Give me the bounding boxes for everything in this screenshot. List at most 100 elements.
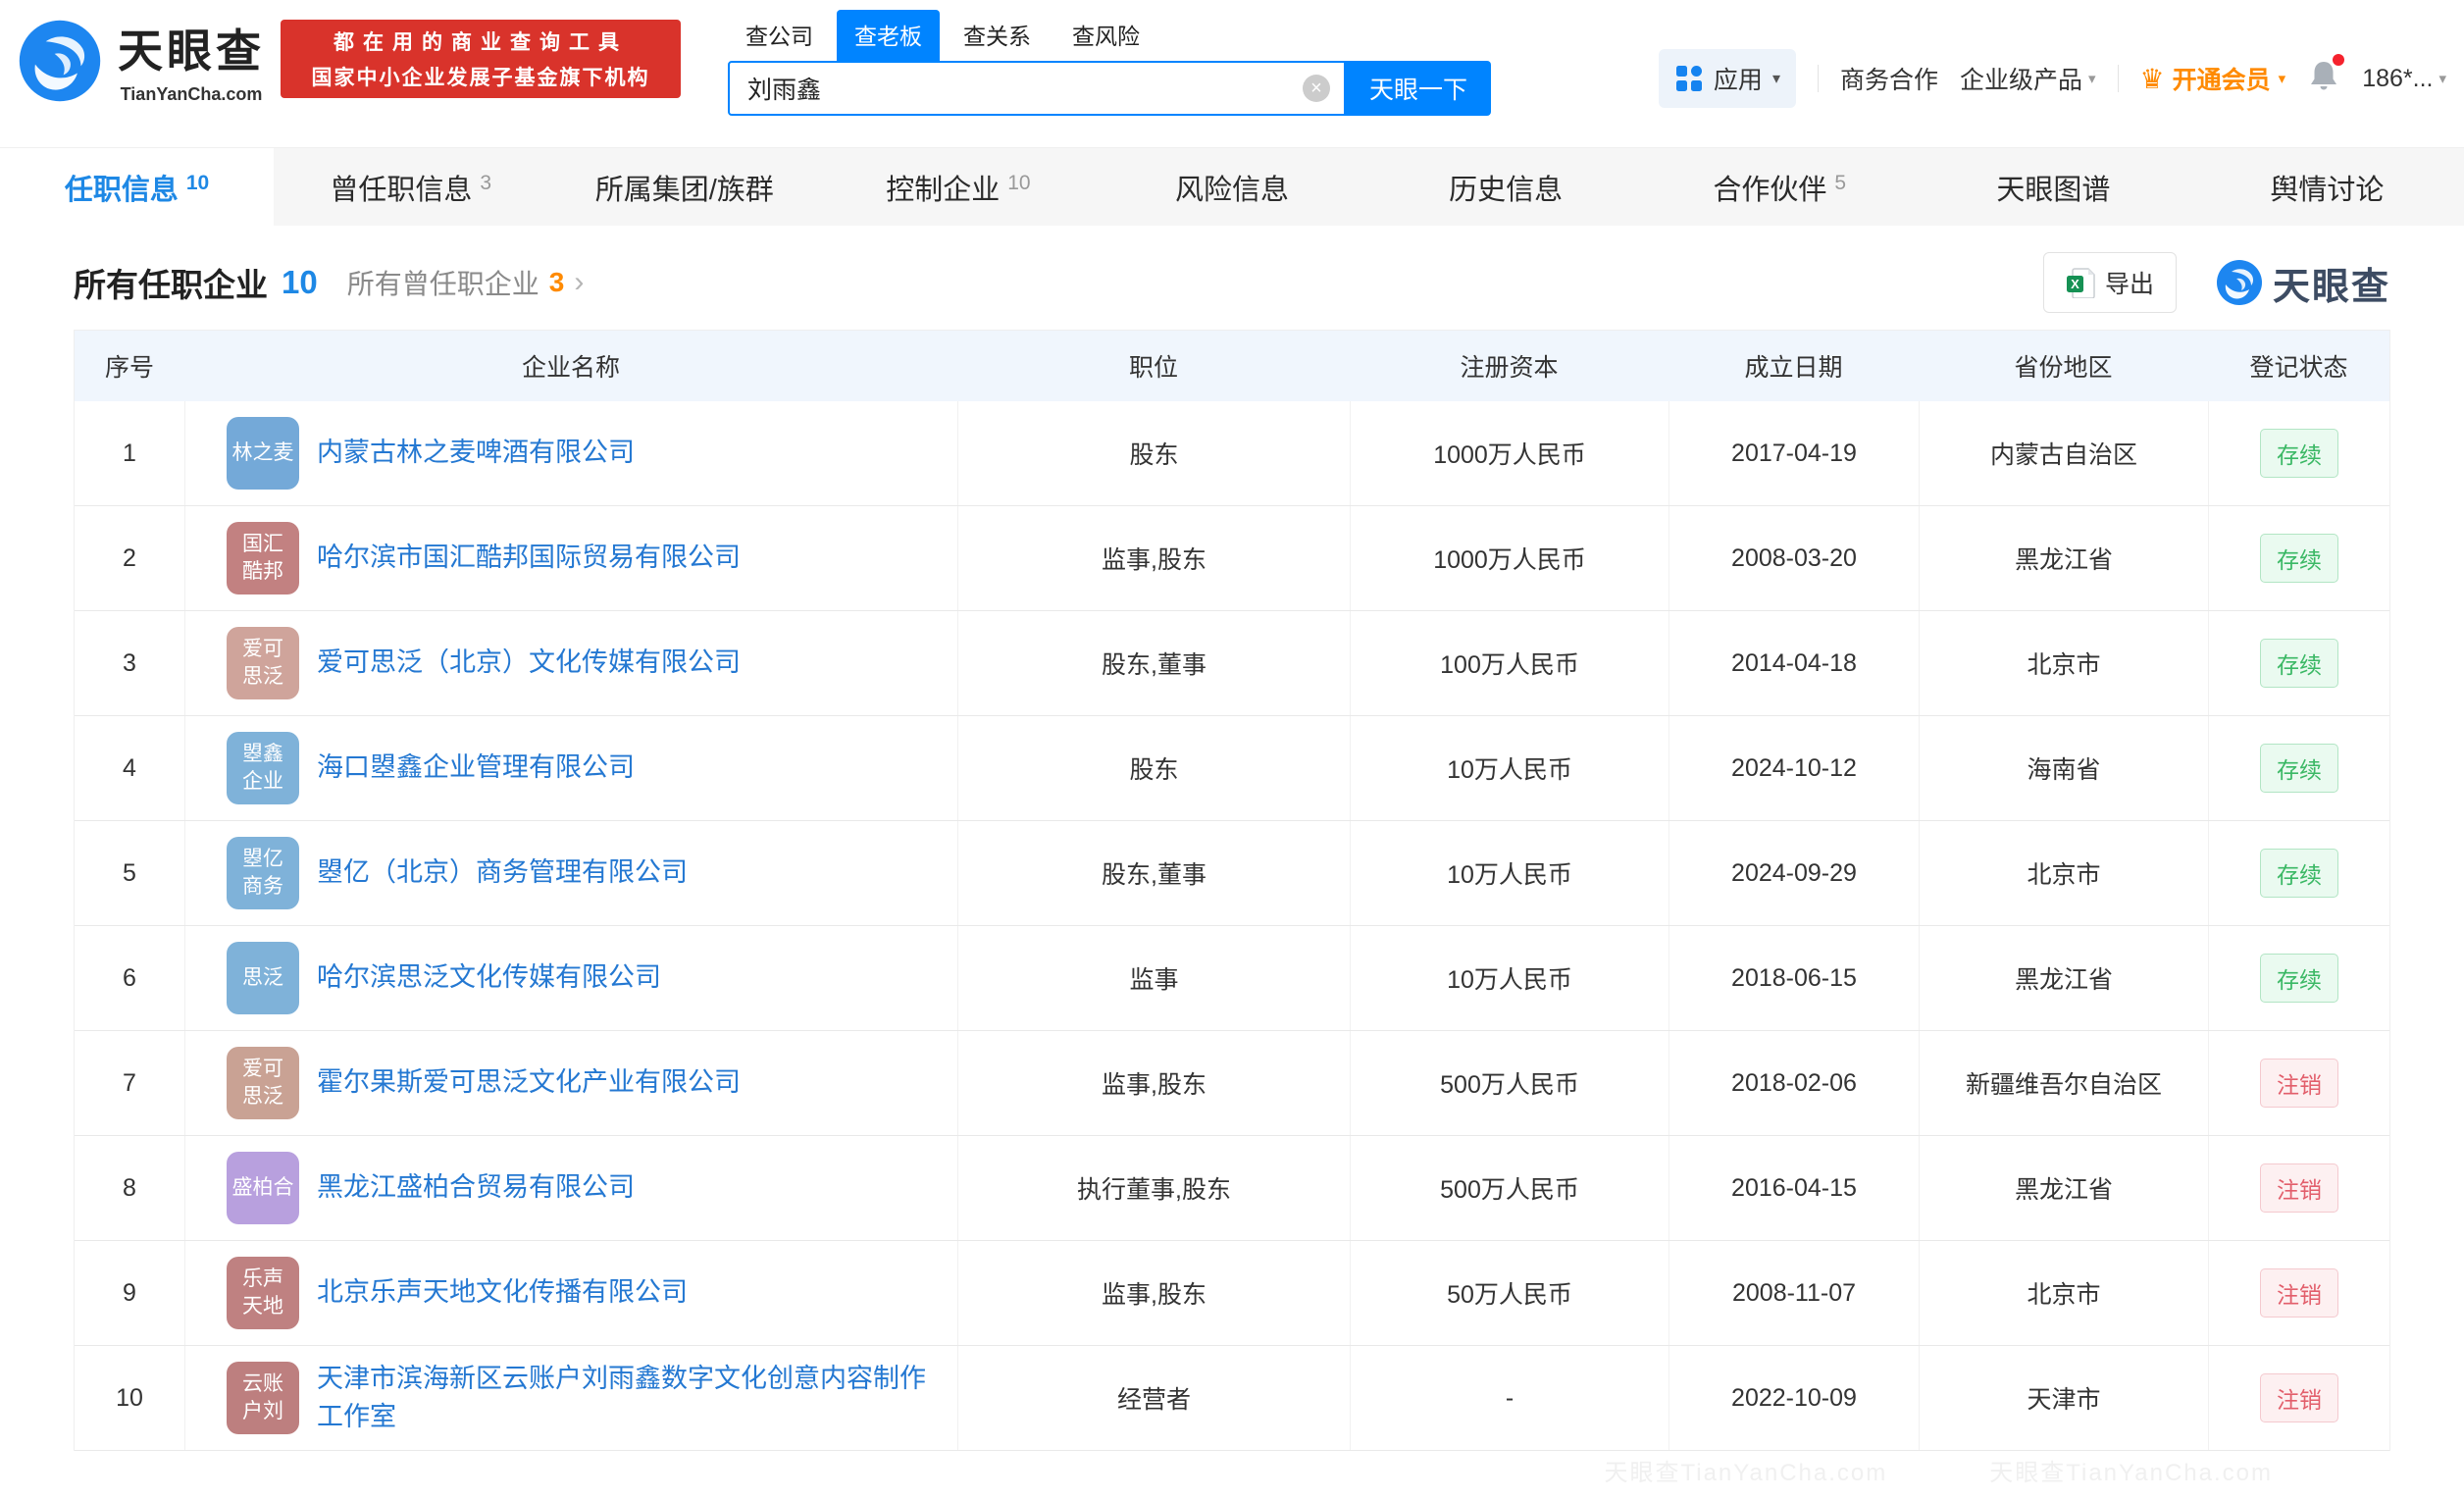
search-tab-boss[interactable]: 查老板 xyxy=(837,10,940,61)
notification-bell[interactable] xyxy=(2307,53,2345,100)
tab-cengrenzhi[interactable]: 曾任职信息 3 xyxy=(274,148,547,226)
row-index: 8 xyxy=(123,1173,136,1202)
tab-group[interactable]: 所属集团/族群 xyxy=(547,148,821,226)
status-cell: 注销 xyxy=(2208,1031,2389,1135)
company-link[interactable]: 哈尔滨思泛文化传媒有限公司 xyxy=(317,958,661,997)
row-index: 6 xyxy=(123,963,136,992)
company-logo-tile: 国汇 酷邦 xyxy=(227,522,299,594)
table-row: 1 林之麦 内蒙古林之麦啤酒有限公司 股东 1000万人民币 2017-04-1… xyxy=(75,401,2389,506)
company-logo-tile: 盛柏合 xyxy=(227,1152,299,1224)
status-cell: 存续 xyxy=(2208,926,2389,1030)
date-cell: 2008-11-07 xyxy=(1668,1241,1919,1345)
status-badge: 存续 xyxy=(2260,534,2338,583)
company-link[interactable]: 曌亿（北京）商务管理有限公司 xyxy=(317,853,688,892)
date-cell: 2022-10-09 xyxy=(1668,1346,1919,1451)
promo-banner: 都在用的商业查询工具 国家中小企业发展子基金旗下机构 xyxy=(281,20,681,98)
company-link[interactable]: 北京乐声天地文化传播有限公司 xyxy=(317,1273,688,1312)
company-logo-tile: 林之麦 xyxy=(227,417,299,490)
search-tab-relation[interactable]: 查关系 xyxy=(946,10,1049,61)
table-row: 6 思泛 哈尔滨思泛文化传媒有限公司 监事 10万人民币 2018-06-15 … xyxy=(75,926,2389,1031)
company-cell: 思泛 哈尔滨思泛文化传媒有限公司 xyxy=(184,926,957,1030)
caret-down-icon: ▾ xyxy=(2278,71,2286,87)
status-cell: 注销 xyxy=(2208,1136,2389,1240)
table-row: 5 曌亿 商务 曌亿（北京）商务管理有限公司 股东,董事 10万人民币 2024-… xyxy=(75,821,2389,926)
top-header: 天眼查 TianYanCha.com 都在用的商业查询工具 国家中小企业发展子基… xyxy=(0,0,2464,147)
company-link[interactable]: 霍尔果斯爱可思泛文化产业有限公司 xyxy=(317,1063,741,1102)
former-positions-link[interactable]: 所有曾任职企业 3 › xyxy=(347,263,585,302)
tab-count: 10 xyxy=(1007,171,1031,194)
export-button[interactable]: X 导出 xyxy=(2042,252,2177,313)
table-row: 9 乐声 天地 北京乐声天地文化传播有限公司 监事,股东 50万人民币 2008-… xyxy=(75,1241,2389,1346)
brand-watermark: 天眼查 xyxy=(2216,256,2390,310)
status-cell: 存续 xyxy=(2208,401,2389,505)
search-tab-company[interactable]: 查公司 xyxy=(728,10,831,61)
chevron-right-icon: › xyxy=(574,266,585,298)
row-index: 4 xyxy=(123,753,136,782)
tianyancha-logo[interactable]: 天眼查 TianYanCha.com xyxy=(18,16,265,105)
company-cell: 爱可 思泛 霍尔果斯爱可思泛文化产业有限公司 xyxy=(184,1031,957,1135)
export-label: 导出 xyxy=(2104,271,2154,298)
company-link[interactable]: 天津市滨海新区云账户刘雨鑫数字文化创意内容制作工作室 xyxy=(317,1360,945,1436)
company-logo-tile: 乐声 天地 xyxy=(227,1257,299,1329)
vip-button[interactable]: ♛ 开通会员 ▾ xyxy=(2140,61,2286,96)
position-cell: 监事 xyxy=(957,926,1350,1030)
company-cell: 云账 户刘 天津市滨海新区云账户刘雨鑫数字文化创意内容制作工作室 xyxy=(184,1346,957,1451)
clear-icon[interactable]: × xyxy=(1303,75,1330,102)
search-button[interactable]: 天眼一下 xyxy=(1346,61,1491,116)
company-link[interactable]: 爱可思泛（北京）文化传媒有限公司 xyxy=(317,644,741,682)
apps-grid-icon xyxy=(1675,66,1702,91)
user-account[interactable]: 186*... ▾ xyxy=(2362,65,2446,93)
tab-graph[interactable]: 天眼图谱 xyxy=(1917,148,2190,226)
tab-risk[interactable]: 风险信息 xyxy=(1095,148,1368,226)
status-badge: 注销 xyxy=(2260,1373,2338,1423)
col-index: 序号 xyxy=(104,354,154,382)
menu-enterprise[interactable]: 企业级产品 ▾ xyxy=(1960,61,2096,96)
col-status: 登记状态 xyxy=(2249,354,2348,382)
row-index: 3 xyxy=(123,648,136,677)
table-body: 1 林之麦 内蒙古林之麦啤酒有限公司 股东 1000万人民币 2017-04-1… xyxy=(75,401,2389,1452)
section-tabs: 任职信息 10 曾任职信息 3 所属集团/族群 控制企业 10 风险信息 历史信息 合… xyxy=(0,147,2464,226)
tab-label: 舆情讨论 xyxy=(2270,174,2385,206)
tab-history[interactable]: 历史信息 xyxy=(1369,148,1643,226)
province-cell: 黑龙江省 xyxy=(1919,1136,2208,1240)
company-logo-tile: 曌鑫 企业 xyxy=(227,732,299,804)
company-link[interactable]: 内蒙古林之麦啤酒有限公司 xyxy=(317,434,635,472)
province-cell: 内蒙古自治区 xyxy=(1919,401,2208,505)
apps-button[interactable]: 应用 ▾ xyxy=(1658,49,1796,108)
status-badge: 注销 xyxy=(2260,1268,2338,1318)
position-cell: 股东,董事 xyxy=(957,611,1350,715)
province-cell: 北京市 xyxy=(1919,611,2208,715)
position-cell: 监事,股东 xyxy=(957,1031,1350,1135)
tab-sentiment[interactable]: 舆情讨论 xyxy=(2190,148,2464,226)
search-box: × xyxy=(728,61,1346,116)
company-cell: 国汇 酷邦 哈尔滨市国汇酷邦国际贸易有限公司 xyxy=(184,506,957,610)
col-capital: 注册资本 xyxy=(1460,354,1559,382)
status-cell: 存续 xyxy=(2208,611,2389,715)
menu-cooperation[interactable]: 商务合作 xyxy=(1840,61,1938,96)
search-input[interactable] xyxy=(747,74,1303,103)
position-cell: 股东 xyxy=(957,401,1350,505)
tab-control[interactable]: 控制企业 10 xyxy=(821,148,1095,226)
date-cell: 2018-02-06 xyxy=(1668,1031,1919,1135)
company-link[interactable]: 哈尔滨市国汇酷邦国际贸易有限公司 xyxy=(317,539,741,577)
table-row: 7 爱可 思泛 霍尔果斯爱可思泛文化产业有限公司 监事,股东 500万人民币 20… xyxy=(75,1031,2389,1136)
caret-down-icon: ▾ xyxy=(2088,71,2096,87)
section-header: 所有任职企业 10 所有曾任职企业 3 › X 导出 天眼查 xyxy=(74,251,2390,314)
tab-partners[interactable]: 合作伙伴 5 xyxy=(1643,148,1917,226)
header-menu: 应用 ▾ 商务合作 企业级产品 ▾ ♛ 开通会员 ▾ 186*... ▾ xyxy=(1658,49,2446,108)
tab-label: 天眼图谱 xyxy=(1996,174,2111,206)
company-link[interactable]: 黑龙江盛柏合贸易有限公司 xyxy=(317,1168,635,1207)
search-tab-risk[interactable]: 查风险 xyxy=(1054,10,1157,61)
tab-renzhi[interactable]: 任职信息 10 xyxy=(0,148,275,226)
capital-cell: 50万人民币 xyxy=(1350,1241,1668,1345)
section-title: 所有任职企业 xyxy=(74,267,268,303)
capital-cell: 1000万人民币 xyxy=(1350,401,1668,505)
tianyancha-logo-icon xyxy=(19,20,101,101)
date-cell: 2016-04-15 xyxy=(1668,1136,1919,1240)
date-cell: 2017-04-19 xyxy=(1668,401,1919,505)
divider xyxy=(2117,65,2119,92)
tab-label: 任职信息 xyxy=(64,174,179,206)
company-link[interactable]: 海口曌鑫企业管理有限公司 xyxy=(317,749,635,787)
caret-down-icon: ▾ xyxy=(2438,71,2446,87)
date-cell: 2024-10-12 xyxy=(1668,716,1919,820)
